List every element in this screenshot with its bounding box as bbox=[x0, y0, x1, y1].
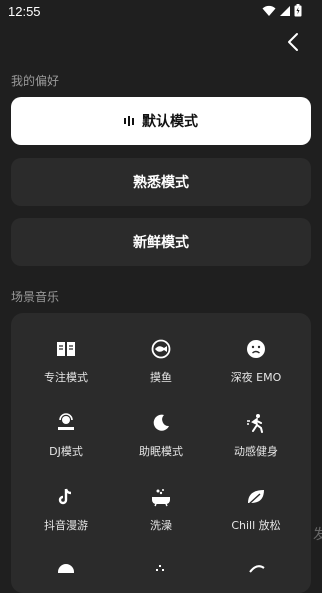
signal-icon bbox=[280, 5, 290, 16]
scene-section-title: 场景音乐 bbox=[11, 290, 60, 304]
mode-familiar-button[interactable]: 熟悉模式 bbox=[11, 158, 311, 206]
preference-section-title: 我的偏好 bbox=[11, 74, 60, 88]
mode-fresh-button[interactable]: 新鲜模式 bbox=[11, 218, 311, 266]
scene-item-late-night-emo[interactable]: 深夜 EMO bbox=[206, 313, 306, 387]
scene-item-label: 洗澡 bbox=[150, 519, 172, 532]
book-icon bbox=[57, 342, 75, 356]
bathtub-icon bbox=[152, 489, 170, 507]
scene-item-label: 抖音漫游 bbox=[44, 519, 88, 532]
mode-default-label: 默认模式 bbox=[142, 114, 198, 130]
moon-icon bbox=[153, 414, 169, 431]
dj-icon bbox=[58, 413, 74, 430]
sad-face-icon bbox=[247, 340, 265, 358]
tiktok-icon bbox=[58, 488, 72, 505]
status-bar: 12:55 bbox=[0, 0, 322, 24]
scene-item-label: 摸鱼 bbox=[150, 371, 172, 384]
scene-item-label: 助眠模式 bbox=[139, 445, 183, 458]
scene-grid: 专注模式 摸鱼 深夜 EMO DJ模式 助眠模式 动感健身 抖音漫游 洗澡 Ch… bbox=[11, 313, 311, 593]
scene-item-label: 深夜 EMO bbox=[230, 371, 282, 384]
back-chevron-icon[interactable] bbox=[284, 31, 304, 53]
mode-familiar-label: 熟悉模式 bbox=[133, 175, 189, 191]
scene-item-label: DJ模式 bbox=[49, 445, 83, 458]
scene-item-sleep[interactable]: 助眠模式 bbox=[111, 387, 211, 461]
scene-item-chill[interactable]: Chill 放松 bbox=[206, 461, 306, 535]
scene-item-fitness[interactable]: 动感健身 bbox=[206, 387, 306, 461]
running-icon bbox=[247, 414, 263, 433]
scene-item-shower[interactable]: 洗澡 bbox=[111, 461, 211, 535]
edge-floating-text[interactable]: 发 bbox=[313, 524, 322, 544]
scene-item-label: 动感健身 bbox=[234, 445, 278, 458]
battery-icon bbox=[294, 4, 302, 17]
scene-item-label: Chill 放松 bbox=[231, 519, 281, 532]
status-time: 12:55 bbox=[8, 4, 41, 19]
mode-default-button[interactable]: 默认模式 bbox=[11, 97, 311, 145]
scene-item-focus[interactable]: 专注模式 bbox=[16, 313, 116, 387]
scene-item-slack[interactable]: 摸鱼 bbox=[111, 313, 211, 387]
leaf-icon bbox=[248, 490, 264, 505]
scene-item-douyin-roam[interactable]: 抖音漫游 bbox=[16, 461, 116, 535]
system-icons bbox=[262, 4, 302, 17]
fish-icon bbox=[151, 339, 171, 359]
mode-fresh-label: 新鲜模式 bbox=[133, 235, 189, 251]
equalizer-icon bbox=[124, 116, 134, 126]
scene-item-label: 专注模式 bbox=[44, 371, 88, 384]
wifi-icon bbox=[262, 5, 276, 16]
scene-item-dj[interactable]: DJ模式 bbox=[16, 387, 116, 461]
